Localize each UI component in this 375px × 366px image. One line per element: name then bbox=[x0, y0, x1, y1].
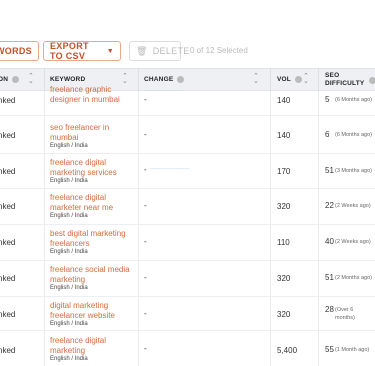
trash-icon: 🗑 bbox=[136, 45, 148, 56]
change-value: - bbox=[144, 165, 147, 174]
column-header-rank-label: ON bbox=[0, 76, 9, 83]
column-header-vol-label: VOL bbox=[277, 76, 291, 83]
seo-difficulty-value: 28 bbox=[325, 305, 334, 314]
difficulty-updated-time: (1 Month ago) bbox=[335, 347, 370, 353]
export-button-label: EXPORT TO CSV bbox=[50, 41, 89, 61]
keywords-button[interactable]: YWORDS bbox=[0, 41, 39, 61]
change-value: - bbox=[144, 95, 147, 104]
delete-button[interactable]: 🗑 DELETE bbox=[129, 41, 189, 61]
column-header-change-label: CHANGE bbox=[144, 76, 174, 83]
seo-difficulty-value: 51 bbox=[325, 273, 334, 282]
info-icon bbox=[294, 76, 302, 83]
volume-value: 140 bbox=[277, 96, 291, 105]
rank-value: nked bbox=[0, 96, 16, 105]
seo-difficulty-value: 5 bbox=[325, 95, 330, 104]
sort-icon[interactable]: ⌃ ⌄ bbox=[303, 73, 309, 85]
keyword-location: English / India bbox=[50, 321, 88, 327]
table-row[interactable]: nked best digital marketing freelancers … bbox=[0, 225, 375, 261]
info-icon bbox=[177, 76, 185, 83]
selection-count: 0 of 12 Selected bbox=[190, 46, 248, 55]
rank-value: nked bbox=[0, 274, 16, 283]
toolbar: YWORDS EXPORT TO CSV ▼ 🗑 DELETE 0 of 12 … bbox=[0, 0, 375, 68]
volume-value: 320 bbox=[277, 202, 291, 211]
change-detail-link[interactable]: ──────── bbox=[144, 88, 184, 95]
table-row[interactable]: nked digital marketing freelancer websit… bbox=[0, 297, 375, 331]
change-detail-link[interactable]: ──────── bbox=[150, 166, 190, 173]
column-header-vol[interactable]: VOL bbox=[277, 69, 302, 90]
rank-value: nked bbox=[0, 310, 16, 319]
keyword-location: English / India bbox=[50, 356, 88, 362]
difficulty-updated-time: (6 Months ago) bbox=[335, 132, 372, 138]
change-value: - bbox=[144, 130, 147, 139]
difficulty-updated-time: (Over 6 months) bbox=[335, 307, 355, 321]
seo-difficulty-value: 40 bbox=[325, 237, 334, 246]
keyword-link[interactable]: seo freelancer in mumbai bbox=[50, 123, 134, 143]
change-value: - bbox=[144, 344, 147, 353]
change-value: - bbox=[144, 237, 147, 246]
volume-value: 320 bbox=[277, 310, 291, 319]
volume-value: 140 bbox=[277, 131, 291, 140]
rank-value: nked bbox=[0, 131, 16, 140]
chevron-down-icon: ▼ bbox=[106, 47, 114, 55]
info-icon bbox=[369, 77, 375, 84]
sort-icon[interactable]: ⌃ ⌄ bbox=[122, 73, 128, 85]
keyword-link[interactable]: digital marketing freelancer website bbox=[50, 301, 134, 321]
rank-value: nked bbox=[0, 202, 16, 211]
column-header-difficulty-label: DIFFICULTY bbox=[325, 79, 365, 87]
rank-value: nked bbox=[0, 346, 16, 355]
keyword-link[interactable]: freelance digital marketer near me bbox=[50, 193, 134, 213]
keyword-location: English / India bbox=[50, 249, 88, 255]
column-divider bbox=[318, 68, 319, 91]
table-row[interactable]: nked freelance graphic designer in mumba… bbox=[0, 85, 375, 116]
difficulty-updated-time: (2 Months ago) bbox=[335, 275, 372, 281]
difficulty-updated-time: (3 Months ago) bbox=[335, 168, 372, 174]
keyword-link[interactable]: freelance social media marketing bbox=[50, 265, 134, 285]
keyword-location: English / India bbox=[50, 143, 88, 149]
seo-difficulty-value: 6 bbox=[325, 130, 330, 139]
column-header-seo-label: SEO bbox=[325, 71, 340, 79]
table-row[interactable]: nked seo freelancer in mumbai English / … bbox=[0, 116, 375, 154]
column-divider bbox=[44, 68, 45, 91]
keywords-button-label: YWORDS bbox=[0, 46, 32, 56]
export-to-csv-button[interactable]: EXPORT TO CSV ▼ bbox=[43, 41, 121, 61]
change-value: - bbox=[144, 309, 147, 318]
keyword-location: English / India bbox=[50, 178, 88, 184]
keyword-link[interactable]: freelance digital marketing bbox=[50, 336, 134, 356]
keyword-link[interactable]: best digital marketing freelancers bbox=[50, 229, 134, 249]
seo-difficulty-value: 22 bbox=[325, 201, 334, 210]
seo-difficulty-value: 51 bbox=[325, 166, 334, 175]
difficulty-updated-time: (2 Weeks ago) bbox=[335, 203, 371, 209]
difficulty-updated-time: (6 Months ago) bbox=[335, 97, 372, 103]
volume-value: 170 bbox=[277, 167, 291, 176]
column-header-change[interactable]: CHANGE bbox=[144, 69, 185, 90]
keyword-location: English / India bbox=[50, 213, 88, 219]
column-header-seo-difficulty[interactable]: SEO DIFFICULTY bbox=[325, 69, 364, 90]
table-row[interactable]: nked freelance digital marketing service… bbox=[0, 154, 375, 189]
volume-value: 110 bbox=[277, 238, 290, 247]
keyword-location: English / India bbox=[50, 285, 88, 291]
delete-button-label: DELETE bbox=[152, 46, 190, 56]
difficulty-updated-time: (2 Weeks ago) bbox=[335, 239, 371, 245]
change-value: - bbox=[144, 201, 147, 210]
column-header-keyword-label: KEYWORD bbox=[50, 76, 86, 83]
table-row[interactable]: nked freelance digital marketing English… bbox=[0, 331, 375, 366]
column-header-rank[interactable]: ON bbox=[0, 69, 20, 90]
column-divider bbox=[270, 68, 271, 91]
keyword-link[interactable]: freelance digital marketing services bbox=[50, 158, 134, 178]
table-row[interactable]: nked freelance social media marketing En… bbox=[0, 261, 375, 297]
rank-value: nked bbox=[0, 167, 16, 176]
info-icon bbox=[12, 76, 20, 83]
column-divider bbox=[138, 68, 139, 91]
rank-value: nked bbox=[0, 238, 16, 247]
keyword-link[interactable]: freelance graphic designer in mumbai bbox=[50, 85, 134, 105]
sort-icon[interactable]: ⌃ ⌄ bbox=[253, 73, 259, 85]
seo-difficulty-value: 55 bbox=[325, 345, 334, 354]
table-row[interactable]: nked freelance digital marketer near me … bbox=[0, 189, 375, 225]
volume-value: 320 bbox=[277, 274, 291, 283]
sort-icon[interactable]: ⌃ ⌄ bbox=[28, 73, 34, 85]
volume-value: 5,400 bbox=[277, 346, 298, 355]
change-value: - bbox=[144, 273, 147, 282]
